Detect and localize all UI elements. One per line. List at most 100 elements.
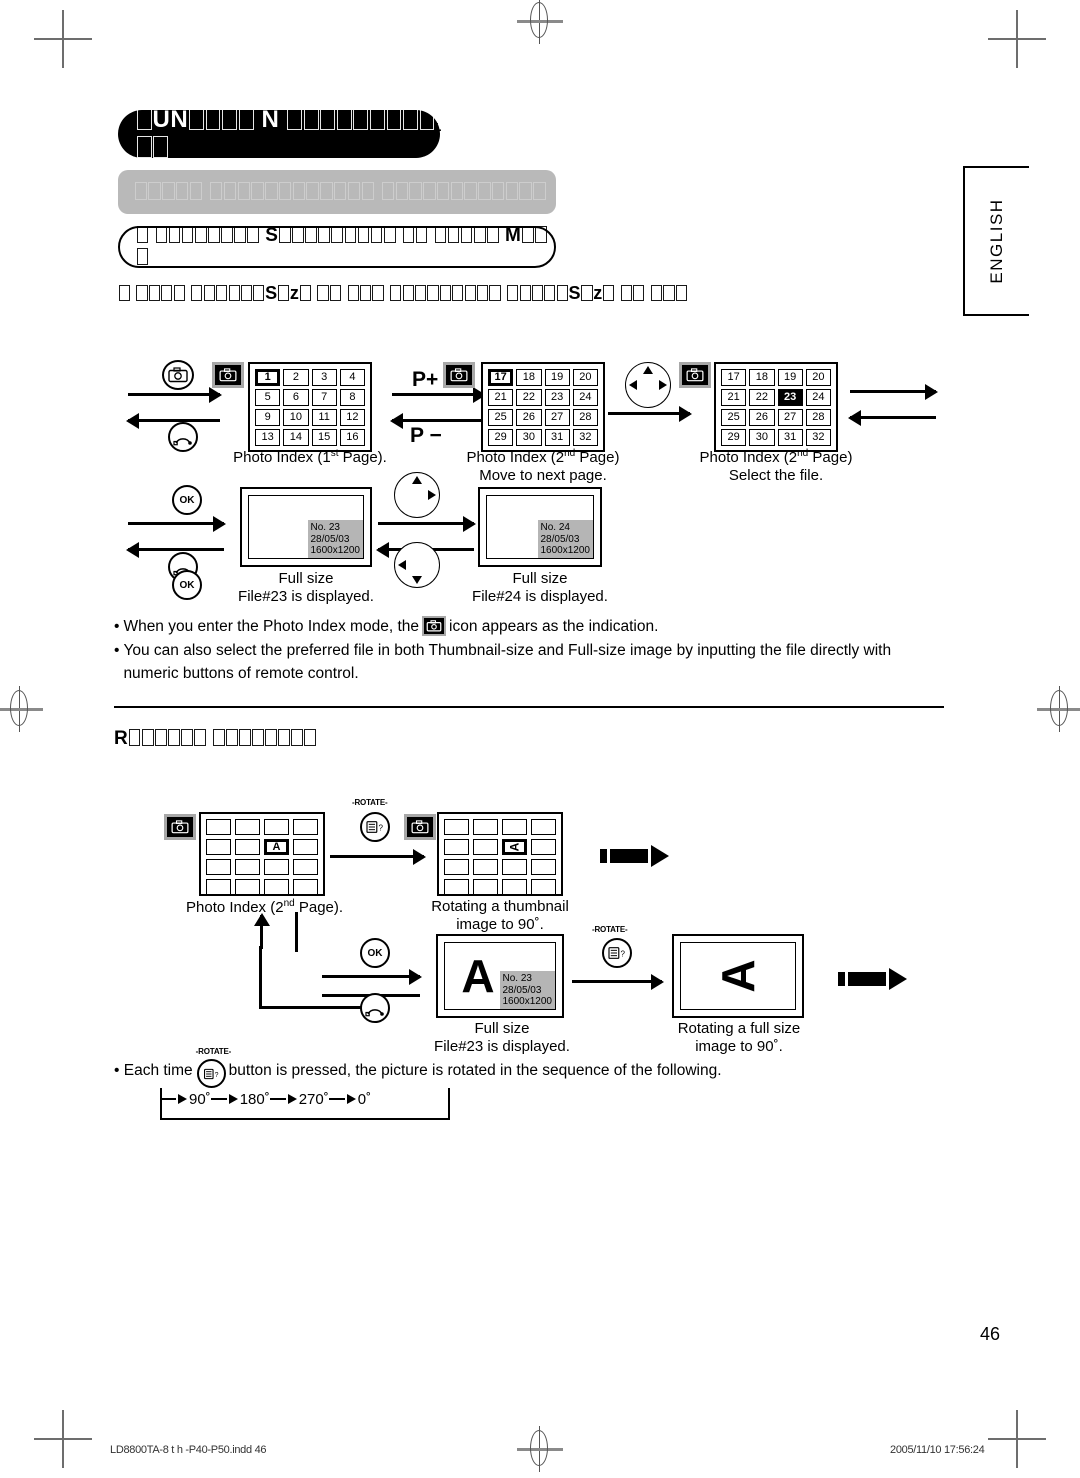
thumbnail-cell[interactable] (444, 879, 469, 895)
photo-index-cell[interactable]: 20 (805, 369, 831, 386)
photo-index-cell[interactable]: 8 (339, 389, 365, 406)
photo-index-cell[interactable]: 24 (572, 389, 598, 406)
seq-bar (210, 1097, 227, 1101)
loop-connector-horizontal (259, 1006, 371, 1009)
photo-index-cell[interactable]: 18 (516, 369, 542, 386)
thumbnail-cell[interactable] (235, 839, 260, 855)
osd-resolution: 1600x1200 (540, 544, 591, 556)
thumbnail-cell[interactable] (473, 819, 498, 835)
thumbnail-cell[interactable] (531, 859, 556, 875)
photo-index-cell[interactable]: 32 (805, 429, 831, 446)
photo-index-cell[interactable]: 6 (283, 389, 309, 406)
photo-index-cell[interactable]: 19 (777, 369, 803, 386)
photo-index-cell[interactable]: 28 (805, 409, 831, 426)
thumbnail-marker: A (507, 842, 522, 852)
photo-index-cell[interactable]: 22 (749, 389, 775, 406)
thumbnail-cell[interactable] (531, 819, 556, 835)
photo-index-cell[interactable]: 4 (339, 369, 365, 386)
thumbnail-cell[interactable] (473, 839, 498, 855)
photo-index-cell[interactable]: 25 (721, 409, 747, 426)
thumbnail-cell[interactable] (473, 879, 498, 895)
thumbnail-cell[interactable]: A (264, 839, 289, 855)
photo-index-cell[interactable]: 11 (311, 409, 337, 426)
photo-index-cell[interactable]: 3 (311, 369, 337, 386)
photo-index-cell[interactable]: 22 (516, 389, 542, 406)
photo-index-cell[interactable]: 30 (749, 429, 775, 446)
photo-index-cell[interactable]: 21 (721, 389, 747, 406)
photo-index-cell[interactable]: 7 (311, 389, 337, 406)
photo-index-cell[interactable]: 25 (488, 409, 514, 426)
thumbnail-cell[interactable] (444, 839, 469, 855)
rotate-thumbnail-caption: Rotating a thumbnail image to 90˚. (425, 898, 575, 933)
photo-index-cell[interactable]: 10 (283, 409, 309, 426)
photo-index-mode-badge-3 (679, 362, 711, 388)
thumbnail-cell[interactable] (502, 859, 527, 875)
caption-line1: Full size (512, 570, 568, 587)
photo-index-cell[interactable]: 15 (311, 429, 337, 446)
thumbnail-cell[interactable] (235, 859, 260, 875)
thumbnail-cell[interactable] (235, 879, 260, 895)
thumbnail-cell[interactable] (293, 839, 318, 855)
thumbnail-cell[interactable] (531, 839, 556, 855)
flow-arrow-right-7 (330, 855, 424, 858)
photo-index-cell[interactable]: 26 (516, 409, 542, 426)
flow-arrow-right-9 (572, 980, 662, 983)
camera-icon (686, 368, 704, 382)
rotate-icon: ? (203, 1068, 218, 1079)
thumbnail-cell[interactable] (206, 859, 231, 875)
thumbnail-cell[interactable] (444, 859, 469, 875)
photo-index-cell[interactable]: 24 (805, 389, 831, 406)
photo-index-cell[interactable]: 17 (721, 369, 747, 386)
thumbnail-cell[interactable] (206, 839, 231, 855)
photo-index-cell[interactable]: 30 (516, 429, 542, 446)
ok-button-remote-key-3: OK (360, 938, 390, 968)
photo-index-cell[interactable]: 28 (572, 409, 598, 426)
photo-index-cell[interactable]: 27 (544, 409, 570, 426)
photo-index-cell[interactable]: 16 (339, 429, 365, 446)
photo-index-cell[interactable]: 32 (572, 429, 598, 446)
photo-index-grid-page2-move[interactable]: 17 18 19 20 21 22 23 24 25 26 27 28 29 30 31 32 (481, 362, 605, 452)
thumbnail-cell[interactable] (235, 819, 260, 835)
photo-index-cell[interactable]: 17 (488, 369, 514, 386)
photo-index-cell[interactable]: 21 (488, 389, 514, 406)
thumbnail-cell[interactable] (293, 819, 318, 835)
thumbnail-cell[interactable] (444, 819, 469, 835)
osd-resolution: 1600x1200 (310, 544, 361, 556)
photo-index-cell[interactable]: 23 (777, 389, 803, 406)
rotate-photo-index-grid-rotated[interactable]: A (437, 812, 563, 896)
thumbnail-cell[interactable] (293, 879, 318, 895)
photo-index-cell[interactable]: 29 (721, 429, 747, 446)
photo-index-cell[interactable]: 18 (749, 369, 775, 386)
thumbnail-cell[interactable] (473, 859, 498, 875)
thumbnail-cell[interactable] (206, 819, 231, 835)
photo-index-cell[interactable]: 20 (572, 369, 598, 386)
thumbnail-cell[interactable] (502, 879, 527, 895)
photo-index-cell[interactable]: 2 (283, 369, 309, 386)
thumbnail-cell[interactable] (293, 859, 318, 875)
photo-index-cell[interactable]: 12 (339, 409, 365, 426)
thumbnail-cell[interactable]: A (502, 839, 527, 855)
thumbnail-cell[interactable] (264, 819, 289, 835)
photo-index-cell[interactable]: 9 (255, 409, 281, 426)
photo-index-cell[interactable]: 26 (749, 409, 775, 426)
photo-index-cell[interactable]: 19 (544, 369, 570, 386)
photo-index-cell[interactable]: 13 (255, 429, 281, 446)
thumbnail-cell[interactable] (531, 879, 556, 895)
photo-index-cell[interactable]: 14 (283, 429, 309, 446)
rotate-photo-index-grid[interactable]: A (199, 812, 325, 896)
photo-index-mode-badge-2 (443, 362, 475, 388)
photo-index-cell[interactable]: 1 (255, 369, 281, 386)
photo-index-cell[interactable]: 5 (255, 389, 281, 406)
photo-index-grid-page1[interactable]: 1 2 3 4 5 6 7 8 9 10 11 12 13 14 15 16 (248, 362, 372, 452)
photo-index-cell[interactable]: 31 (777, 429, 803, 446)
thumbnail-cell[interactable] (264, 879, 289, 895)
thumbnail-cell[interactable] (264, 859, 289, 875)
photo-index-cell[interactable]: 29 (488, 429, 514, 446)
caption-rest: Page) (808, 449, 853, 466)
thumbnail-cell[interactable] (502, 819, 527, 835)
photo-index-cell[interactable]: 27 (777, 409, 803, 426)
photo-index-grid-page2-select[interactable]: 17 18 19 20 21 22 23 24 25 26 27 28 29 30 31 32 (714, 362, 838, 452)
photo-index-cell[interactable]: 31 (544, 429, 570, 446)
thumbnail-cell[interactable] (206, 879, 231, 895)
photo-index-cell[interactable]: 23 (544, 389, 570, 406)
